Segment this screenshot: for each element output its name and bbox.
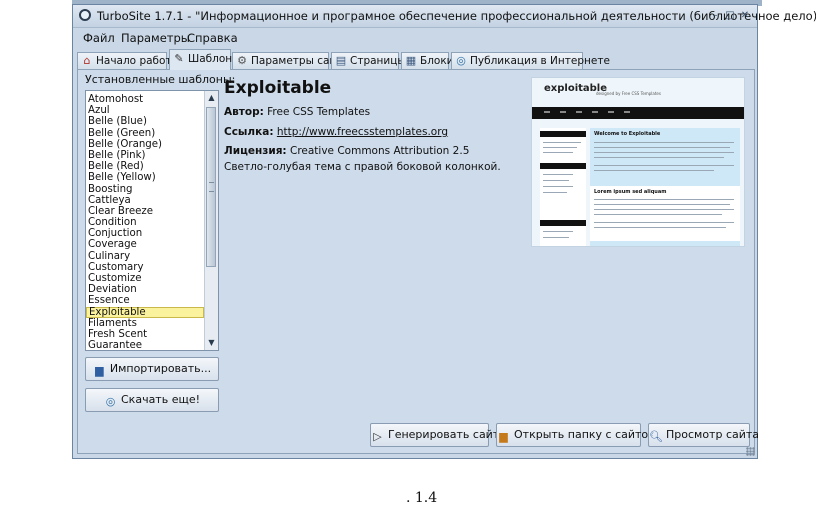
app-window: TurboSite 1.7.1 - "Информационное и прог… bbox=[72, 4, 816, 459]
template-list-item[interactable]: Belle (Pink) bbox=[86, 150, 204, 161]
tab-start[interactable]: ⌂ Начало работы bbox=[77, 52, 180, 69]
download-more-button-label: Скачать еще! bbox=[121, 393, 200, 406]
menu-file[interactable]: Файл bbox=[83, 31, 115, 45]
open-site-folder-button-label: Открыть папку с сайтом bbox=[514, 428, 657, 441]
tab-site-settings[interactable]: ⚙ Параметры сайта bbox=[232, 52, 349, 69]
maximize-icon[interactable]: □ bbox=[724, 10, 736, 21]
template-list-item[interactable]: Coverage bbox=[86, 239, 204, 250]
preview-tagline: designed by Free CSS Templates bbox=[596, 91, 661, 96]
list-scrollbar[interactable]: ▲ ▼ bbox=[204, 91, 218, 350]
preview-main-title: Welcome to Exploitable bbox=[594, 131, 661, 137]
preview-sidebar bbox=[540, 128, 586, 246]
templates-list-label: Установленные шаблоны: bbox=[85, 73, 236, 86]
template-list-item[interactable]: Azul bbox=[86, 105, 204, 116]
template-list-item[interactable]: Boosting bbox=[86, 184, 204, 195]
templates-list-items: Atomohost Azul Belle (Blue) Belle (Green) Be… bbox=[86, 94, 204, 350]
figure-caption: . 1.4 bbox=[406, 490, 438, 506]
template-list-item[interactable]: Conjuction bbox=[86, 228, 204, 239]
template-list-item[interactable]: Filaments bbox=[86, 318, 204, 329]
author-row: Автор: Free CSS Templates bbox=[224, 106, 370, 118]
view-site-button-label: Просмотр сайта bbox=[666, 428, 760, 441]
tab-label: Блоки bbox=[420, 55, 454, 67]
import-button[interactable]: ▆ Импортировать... bbox=[85, 357, 219, 381]
generate-site-button[interactable]: ▷ Генерировать сайт bbox=[370, 423, 499, 447]
template-panel: Установленные шаблоны: Atomohost Azul Bell… bbox=[77, 69, 759, 454]
brush-icon: ✎ bbox=[174, 52, 184, 65]
template-description: Светло-голубая тема с правой боковой кол… bbox=[224, 161, 501, 173]
preview-second-title: Lorem ipsum sed aliquam bbox=[594, 189, 667, 195]
template-list-item[interactable]: Atomohost bbox=[86, 94, 204, 105]
tab-label: Начало работы bbox=[96, 55, 180, 67]
preview-main: Welcome to Exploitable Lorem ipsum sed a… bbox=[590, 128, 740, 246]
template-list-item[interactable]: Belle (Yellow) bbox=[86, 172, 204, 183]
tab-pages[interactable]: ▤ Страницы bbox=[331, 52, 406, 69]
template-list-item[interactable]: Culinary bbox=[86, 251, 204, 262]
globe-icon: ◎ bbox=[105, 395, 116, 408]
tab-label: Шаблон bbox=[188, 53, 233, 65]
tab-label: Страницы bbox=[350, 55, 406, 67]
resize-grip-icon[interactable] bbox=[746, 447, 755, 456]
license-row: Лицензия: Creative Commons Attribution 2… bbox=[224, 145, 469, 157]
turbosite-app-icon bbox=[79, 9, 91, 21]
template-title: Exploitable bbox=[224, 78, 332, 98]
template-list-item[interactable]: Condition bbox=[86, 217, 204, 228]
template-list-item[interactable]: Belle (Blue) bbox=[86, 116, 204, 127]
minimize-icon[interactable]: – bbox=[709, 10, 721, 21]
template-list-item[interactable]: Belle (Red) bbox=[86, 161, 204, 172]
templates-listbox[interactable]: Atomohost Azul Belle (Blue) Belle (Green) Be… bbox=[85, 90, 219, 351]
tab-publish[interactable]: ◎ Публикация в Интернете bbox=[451, 52, 610, 69]
preview-navbar bbox=[532, 107, 744, 119]
tab-label: Публикация в Интернете bbox=[470, 55, 610, 67]
close-icon[interactable]: ✕ bbox=[739, 10, 751, 21]
link-row: Ссылка: http://www.freecsstemplates.org bbox=[224, 126, 448, 138]
template-list-item[interactable]: Belle (Green) bbox=[86, 128, 204, 139]
template-link[interactable]: http://www.freecsstemplates.org bbox=[277, 126, 448, 138]
scroll-down-icon[interactable]: ▼ bbox=[206, 337, 217, 349]
folder-icon: ▆ bbox=[499, 430, 508, 443]
download-more-button[interactable]: ◎ Скачать еще! bbox=[85, 388, 219, 412]
open-site-folder-button[interactable]: ▆ Открыть папку с сайтом bbox=[496, 423, 656, 447]
tab-blocks[interactable]: ▦ Блоки bbox=[401, 52, 454, 69]
template-list-item[interactable]: Cattleya bbox=[86, 195, 204, 206]
template-list-item[interactable]: Deviation bbox=[86, 284, 204, 295]
template-list-item[interactable]: Customary bbox=[86, 262, 204, 273]
menu-bar: Файл Параметры Справка bbox=[73, 27, 757, 47]
template-list-item[interactable]: Customize bbox=[86, 273, 204, 284]
author-label: Автор: bbox=[224, 106, 264, 118]
folder-icon: ▆ bbox=[95, 364, 104, 377]
view-site-button[interactable]: 🔍︎ Просмотр сайта bbox=[648, 423, 759, 447]
home-icon: ⌂ bbox=[83, 54, 91, 67]
gear-icon: ⚙ bbox=[237, 54, 247, 67]
tab-template[interactable]: ✎ Шаблон bbox=[169, 49, 233, 70]
template-list-item-selected[interactable]: Exploitable bbox=[86, 306, 204, 318]
pages-icon: ▤ bbox=[335, 54, 347, 67]
scroll-up-icon[interactable]: ▲ bbox=[206, 92, 217, 104]
import-button-label: Импортировать... bbox=[109, 362, 212, 375]
title-bar: TurboSite 1.7.1 - "Информационное и прог… bbox=[73, 5, 816, 28]
author-value: Free CSS Templates bbox=[267, 106, 371, 118]
menu-help[interactable]: Справка bbox=[187, 31, 238, 45]
template-list-item[interactable]: Essence bbox=[86, 295, 204, 306]
link-label: Ссылка: bbox=[224, 126, 274, 138]
license-value: Creative Commons Attribution 2.5 bbox=[289, 145, 470, 157]
globe-icon: ◎ bbox=[456, 54, 466, 67]
menu-parameters[interactable]: Параметры bbox=[121, 31, 190, 45]
blocks-icon: ▦ bbox=[405, 54, 417, 67]
magnifier-icon: 🔍︎ bbox=[649, 430, 663, 443]
template-preview-image: exploitable designed by Free CSS Templat… bbox=[531, 77, 745, 247]
template-list-item[interactable]: Clear Breeze bbox=[86, 206, 204, 217]
play-icon: ▷ bbox=[373, 430, 382, 443]
template-list-item[interactable]: Belle (Orange) bbox=[86, 139, 204, 150]
template-list-item[interactable]: Guarantee bbox=[86, 340, 204, 350]
template-list-item[interactable]: Fresh Scent bbox=[86, 329, 204, 340]
scroll-thumb[interactable] bbox=[206, 107, 216, 267]
license-label: Лицензия: bbox=[224, 145, 287, 157]
generate-site-button-label: Генерировать сайт bbox=[388, 428, 500, 441]
